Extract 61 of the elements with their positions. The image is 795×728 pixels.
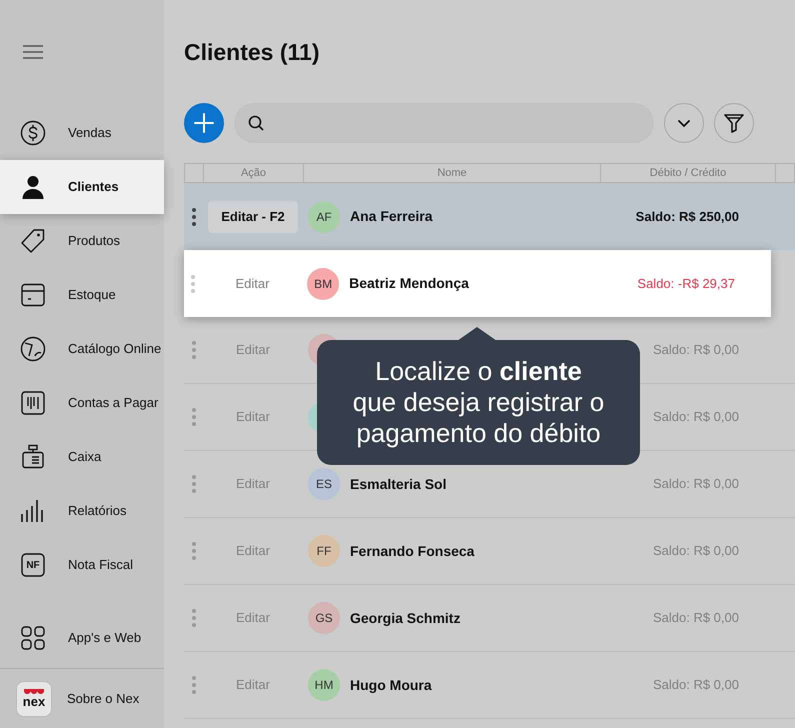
client-name: Hugo Moura [350,676,432,695]
balance: Saldo: R$ 0,00 [652,475,739,494]
balance: Saldo: R$ 0,00 [652,676,739,694]
avatar: FF [308,535,340,567]
sidebar-item[interactable]: App's e Web [0,609,164,667]
more-icon[interactable] [192,208,196,226]
person-icon [20,174,46,200]
globe-icon [20,336,46,362]
chevron-down-icon [677,118,691,128]
client-name: Beatriz Mendonça [349,274,469,293]
selected-row[interactable]: Editar - F2 AF Ana Ferreira Saldo: R$ 250,00 [184,183,795,250]
balance: Saldo: R$ 0,00 [652,542,739,560]
filter-icon [723,112,745,134]
document-icon: NF [20,552,46,578]
balance: Saldo: -R$ 29,37 [637,274,735,293]
client-name: Fernando Fonseca [350,542,474,560]
avatar: BM [307,268,340,300]
balance: Saldo: R$ 250,00 [636,208,739,226]
client-name: Georgia Schmitz [350,608,460,628]
box-icon [20,282,46,308]
sidebar-item[interactable]: Produtos [0,214,164,268]
balance: Saldo: R$ 0,00 [652,408,739,426]
search-icon [248,115,264,131]
sidebar-item[interactable]: Catálogo Online [0,322,164,376]
bars-icon [20,498,46,524]
client-name: Esmalteria Sol [350,474,446,494]
add-button[interactable] [184,103,224,143]
column-header: Nome [304,164,601,182]
sidebar-item[interactable]: NF Nota Fiscal [0,538,164,592]
sidebar-item[interactable]: Relatórios [0,484,164,538]
dollar-icon [20,120,46,146]
filter-button[interactable] [714,103,754,143]
barcode-icon [20,390,46,416]
sidebar-item[interactable]: nex Sobre o Nex [0,668,164,728]
logo: nex [16,680,52,716]
sidebar-item[interactable]: Estoque [0,268,164,322]
plus-icon [193,112,215,134]
highlighted-row[interactable]: Editar BM Beatriz Mendonça Saldo: -R$ 29,37 [184,250,771,317]
menu-icon[interactable] [23,44,43,60]
edit-button[interactable]: Editar [222,268,282,300]
client-name: Ana Ferreira [350,207,432,226]
avatar: ES [308,468,340,500]
column-header: Ação [204,164,304,182]
grid-icon [20,625,46,651]
edit-button[interactable]: Editar - F2 [208,200,298,232]
expand-button[interactable] [664,103,704,143]
balance: Saldo: R$ 0,00 [652,609,739,628]
tooltip-text: Localize o cliente que deseja registrar o pagamento do débito [352,356,604,449]
register-icon [20,444,46,470]
sidebar-item[interactable]: Clientes [0,160,164,214]
column-header: Débito / Crédito [601,164,776,182]
sidebar-item[interactable]: Contas a Pagar [0,376,164,430]
tag-icon [20,228,46,254]
search-field[interactable] [234,103,654,143]
sidebar-item[interactable]: Vendas [0,106,164,160]
avatar: HM [308,669,340,701]
sidebar-item[interactable]: Caixa [0,430,164,484]
avatar: AF [308,200,340,232]
avatar: GS [308,602,340,634]
page-title: Clientes (11) [184,38,320,67]
balance: Saldo: R$ 0,00 [652,341,739,360]
